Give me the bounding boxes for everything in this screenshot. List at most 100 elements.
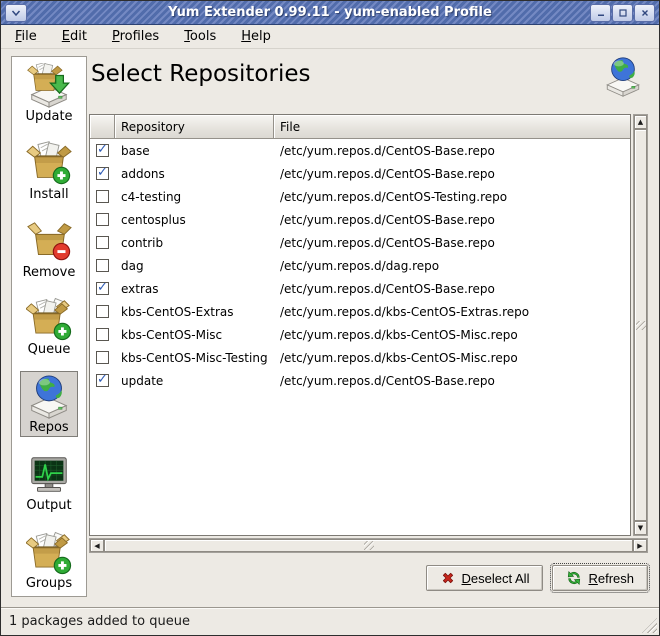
- checkbox-cell: [90, 144, 115, 157]
- button-label: Deselect All: [462, 571, 530, 586]
- checkbox-cell: [90, 282, 115, 295]
- table-row[interactable]: dag /etc/yum.repos.d/dag.repo: [90, 254, 630, 277]
- tools-menu[interactable]: Tools: [174, 25, 226, 49]
- sidebar-item-label: Queue: [28, 342, 71, 357]
- repository-file: /etc/yum.repos.d/dag.repo: [274, 259, 630, 273]
- checkbox-cell: [90, 305, 115, 318]
- app-window: Yum Extender 0.99.11 - yum-enabled Profi…: [0, 0, 660, 636]
- table-row[interactable]: kbs-CentOS-Misc-Testing /etc/yum.repos.d…: [90, 346, 630, 369]
- box-remove-icon: [26, 219, 72, 265]
- box-update-icon: [26, 63, 72, 109]
- close-icon: [640, 8, 650, 18]
- repository-name: c4-testing: [115, 190, 274, 204]
- repo-checkbox[interactable]: [96, 213, 109, 226]
- refresh-button[interactable]: Refresh: [552, 565, 648, 591]
- table-row[interactable]: extras /etc/yum.repos.d/CentOS-Base.repo: [90, 277, 630, 300]
- red-x-icon: [440, 570, 456, 586]
- update-sidebar-item[interactable]: Update: [12, 60, 86, 126]
- checkbox-cell: [90, 259, 115, 272]
- repo-checkbox[interactable]: [96, 236, 109, 249]
- column-header-checkbox[interactable]: [90, 115, 115, 139]
- column-header-file[interactable]: File: [274, 115, 630, 139]
- table-row[interactable]: contrib /etc/yum.repos.d/CentOS-Base.rep…: [90, 231, 630, 254]
- repo-checkbox[interactable]: [96, 282, 109, 295]
- install-sidebar-item[interactable]: Install: [12, 138, 86, 204]
- repo-checkbox[interactable]: [96, 190, 109, 203]
- table-row[interactable]: update /etc/yum.repos.d/CentOS-Base.repo: [90, 369, 630, 392]
- repo-checkbox[interactable]: [96, 328, 109, 341]
- deselect-all-button[interactable]: Deselect All: [426, 565, 544, 591]
- checkbox-cell: [90, 328, 115, 341]
- table-row[interactable]: kbs-CentOS-Extras /etc/yum.repos.d/kbs-C…: [90, 300, 630, 323]
- window-body: Update Install Remove: [1, 49, 659, 607]
- file-menu[interactable]: File: [5, 25, 47, 49]
- repo-checkbox[interactable]: [96, 305, 109, 318]
- repository-file: /etc/yum.repos.d/CentOS-Base.repo: [274, 236, 630, 250]
- maximize-button[interactable]: [612, 4, 633, 22]
- table-row[interactable]: base /etc/yum.repos.d/CentOS-Base.repo: [90, 139, 630, 162]
- statusbar: 1 packages added to queue: [1, 607, 659, 635]
- repository-file: /etc/yum.repos.d/kbs-CentOS-Extras.repo: [274, 305, 630, 319]
- help-menu[interactable]: Help: [231, 25, 281, 49]
- repository-file: /etc/yum.repos.d/CentOS-Base.repo: [274, 144, 630, 158]
- arrow-right-icon: ▶: [637, 542, 642, 550]
- sidebar-item-label: Repos: [29, 420, 68, 435]
- queue-sidebar-item[interactable]: Queue: [12, 293, 86, 359]
- sidebar-item-label: Groups: [26, 576, 72, 591]
- scroll-left-button[interactable]: ◀: [90, 539, 104, 552]
- button-label: Refresh: [588, 571, 634, 586]
- box-stack-plus-icon: [26, 296, 72, 342]
- table-row[interactable]: c4-testing /etc/yum.repos.d/CentOS-Testi…: [90, 185, 630, 208]
- groups-sidebar-item[interactable]: Groups: [12, 527, 86, 593]
- profiles-menu[interactable]: Profiles: [102, 25, 169, 49]
- table-row[interactable]: addons /etc/yum.repos.d/CentOS-Base.repo: [90, 162, 630, 185]
- table-header: Repository File: [90, 115, 630, 139]
- repo-checkbox[interactable]: [96, 144, 109, 157]
- repository-name: base: [115, 144, 274, 158]
- sidebar-item-label: Remove: [23, 265, 76, 280]
- table-row[interactable]: centosplus /etc/yum.repos.d/CentOS-Base.…: [90, 208, 630, 231]
- repository-name: dag: [115, 259, 274, 273]
- vertical-scroll-thumb[interactable]: [634, 129, 647, 521]
- vertical-scrollbar[interactable]: ▲ ▼: [633, 114, 648, 536]
- window-menu-button[interactable]: [5, 4, 27, 22]
- repository-name: update: [115, 374, 274, 388]
- drive-globe-icon: [26, 374, 72, 420]
- checkbox-cell: [90, 236, 115, 249]
- repository-file: /etc/yum.repos.d/kbs-CentOS-Misc.repo: [274, 351, 630, 365]
- repos-sidebar-item[interactable]: Repos: [12, 371, 86, 437]
- table-row[interactable]: kbs-CentOS-Misc /etc/yum.repos.d/kbs-Cen…: [90, 323, 630, 346]
- repo-checkbox[interactable]: [96, 351, 109, 364]
- drive-globe-icon: [602, 56, 644, 98]
- scroll-right-button[interactable]: ▶: [633, 539, 647, 552]
- checkbox-cell: [90, 213, 115, 226]
- repository-file: /etc/yum.repos.d/CentOS-Testing.repo: [274, 190, 630, 204]
- repository-file: /etc/yum.repos.d/CentOS-Base.repo: [274, 374, 630, 388]
- close-button[interactable]: [634, 4, 655, 22]
- repository-file: /etc/yum.repos.d/CentOS-Base.repo: [274, 167, 630, 181]
- repository-file: /etc/yum.repos.d/CentOS-Base.repo: [274, 213, 630, 227]
- box-install-icon: [26, 141, 72, 187]
- repository-table: Repository File base /etc/yum.repos.d/Ce…: [89, 114, 648, 553]
- checkbox-cell: [90, 374, 115, 387]
- repo-checkbox[interactable]: [96, 167, 109, 180]
- sidebar-item-label: Update: [25, 109, 72, 124]
- scroll-down-button[interactable]: ▼: [634, 521, 647, 535]
- minimize-button[interactable]: [590, 4, 611, 22]
- arrow-down-icon: ▼: [638, 524, 643, 532]
- resize-grip-icon[interactable]: [642, 618, 657, 633]
- edit-menu[interactable]: Edit: [52, 25, 97, 49]
- horizontal-scrollbar[interactable]: ◀ ▶: [89, 538, 648, 553]
- output-sidebar-item[interactable]: Output: [12, 449, 86, 515]
- repo-checkbox[interactable]: [96, 374, 109, 387]
- sidebar-item-label: Install: [29, 187, 68, 202]
- scroll-up-button[interactable]: ▲: [634, 115, 647, 129]
- horizontal-scroll-thumb[interactable]: [104, 539, 633, 552]
- repository-file: /etc/yum.repos.d/CentOS-Base.repo: [274, 282, 630, 296]
- column-header-repository[interactable]: Repository: [115, 115, 274, 139]
- maximize-icon: [618, 8, 628, 18]
- table-view: Repository File base /etc/yum.repos.d/Ce…: [89, 114, 631, 536]
- remove-sidebar-item[interactable]: Remove: [12, 216, 86, 282]
- menubar: File Edit Profiles Tools Help: [1, 25, 659, 49]
- repo-checkbox[interactable]: [96, 259, 109, 272]
